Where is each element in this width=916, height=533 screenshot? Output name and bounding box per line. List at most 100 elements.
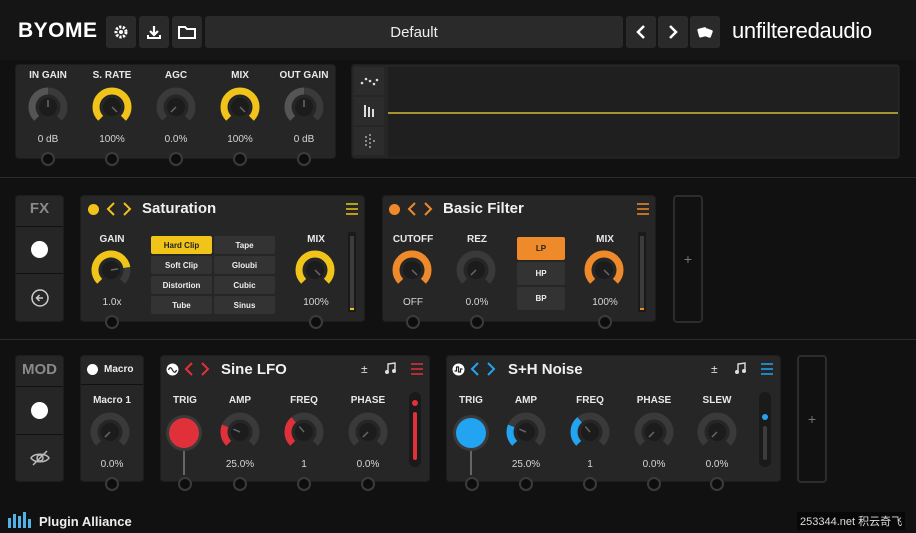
saturation-mode-sinus[interactable]: Sinus — [214, 296, 275, 314]
noise-amp-port[interactable] — [519, 477, 533, 491]
saturation-mode-distortion[interactable]: Distortion — [151, 276, 212, 294]
gear-icon — [114, 25, 128, 39]
randomize-button[interactable] — [690, 16, 720, 48]
lfo-trig-port[interactable] — [178, 477, 192, 491]
noise-prev-next[interactable] — [468, 360, 498, 383]
saturation-gain-label: GAIN — [99, 234, 125, 245]
lfo-freq-knob[interactable] — [282, 410, 326, 454]
out-gain-port[interactable] — [297, 152, 311, 166]
lfo-freq-port[interactable] — [297, 477, 311, 491]
lfo-phase-knob[interactable] — [346, 410, 390, 454]
filter-cutoff-knob[interactable] — [390, 248, 434, 292]
filter-title: Basic Filter — [443, 200, 524, 217]
noise-amp-value: 25.0% — [511, 459, 541, 470]
settings-button[interactable] — [106, 16, 136, 48]
agc-value: 0.0% — [164, 134, 188, 145]
lfo-amp-knob[interactable] — [218, 410, 262, 454]
filter-rez-value: 0.0% — [465, 297, 489, 308]
noise-freq-knob[interactable] — [568, 410, 612, 454]
macro-port[interactable] — [105, 477, 119, 491]
filter-rez-knob[interactable] — [454, 248, 498, 292]
filter-bypass-dot[interactable] — [389, 204, 400, 215]
bars-mode-button[interactable] — [354, 97, 384, 125]
filter-type-lp[interactable]: LP — [517, 237, 565, 260]
macro-knob[interactable] — [88, 410, 132, 454]
s-rate-port[interactable] — [105, 152, 119, 166]
noise-slew-knob[interactable] — [695, 410, 739, 454]
filter-type-bp[interactable]: BP — [517, 287, 565, 310]
preset-name-field[interactable]: Default — [205, 16, 623, 48]
filter-rez-port[interactable] — [470, 315, 484, 329]
saturation-gain-port[interactable] — [105, 315, 119, 329]
lfo-output-meter — [409, 392, 421, 467]
saturation-mode-tape[interactable]: Tape — [214, 236, 275, 254]
noise-menu-icon[interactable] — [760, 362, 774, 381]
agc-knob[interactable] — [154, 85, 198, 129]
add-fx-slot[interactable]: + — [673, 195, 703, 323]
lfo-phase-port[interactable] — [361, 477, 375, 491]
noise-amp-knob[interactable] — [504, 410, 548, 454]
open-preset-button[interactable] — [172, 16, 202, 48]
noise-trig-port[interactable] — [465, 477, 479, 491]
filter-cutoff-label: CUTOFF — [392, 234, 434, 245]
macro-dot[interactable] — [87, 364, 98, 375]
noise-trig-button[interactable] — [456, 418, 486, 448]
noise-tempo-sync-icon[interactable] — [734, 362, 746, 380]
mix-port[interactable] — [233, 152, 247, 166]
lfo-title: Sine LFO — [221, 361, 287, 378]
lfo-bipolar-icon[interactable]: ± — [361, 362, 368, 376]
lfo-trig-button[interactable] — [169, 418, 199, 448]
noise-freq-port[interactable] — [583, 477, 597, 491]
noise-slew-port[interactable] — [710, 477, 724, 491]
mod-visibility-toggle[interactable] — [29, 449, 51, 472]
mix-knob[interactable] — [218, 85, 262, 129]
saturation-mode-hard-clip[interactable]: Hard Clip — [151, 236, 212, 254]
save-preset-button[interactable] — [139, 16, 169, 48]
scope-mode-button[interactable] — [354, 67, 384, 95]
next-preset-button[interactable] — [658, 16, 688, 48]
music-note-icon — [735, 362, 746, 374]
filter-cutoff-port[interactable] — [406, 315, 420, 329]
lfo-type-icon[interactable] — [166, 363, 179, 381]
mod-enable-toggle[interactable] — [31, 402, 48, 419]
noise-bipolar-icon[interactable]: ± — [711, 362, 718, 376]
filter-mix-knob[interactable] — [582, 248, 626, 292]
chevron-right-icon — [669, 25, 678, 39]
filter-mix-port[interactable] — [598, 315, 612, 329]
lfo-trig-cable — [183, 451, 185, 475]
saturation-menu-icon[interactable] — [345, 202, 359, 221]
s-rate-knob[interactable] — [90, 85, 134, 129]
saturation-mode-soft-clip[interactable]: Soft Clip — [151, 256, 212, 274]
fx-enable-toggle[interactable] — [31, 241, 48, 258]
add-mod-slot[interactable]: + — [797, 355, 827, 483]
folder-icon — [178, 26, 196, 39]
noise-phase-knob[interactable] — [632, 410, 676, 454]
agc-port[interactable] — [169, 152, 183, 166]
lfo-tempo-sync-icon[interactable] — [384, 362, 396, 380]
saturation-prev-next[interactable] — [104, 200, 134, 223]
noise-phase-port[interactable] — [647, 477, 661, 491]
prev-preset-button[interactable] — [626, 16, 656, 48]
noise-amp-label: AMP — [514, 395, 538, 406]
saturation-mix-knob[interactable] — [293, 248, 337, 292]
out-gain-knob[interactable] — [282, 85, 326, 129]
lfo-menu-icon[interactable] — [410, 362, 424, 381]
noise-slew-value: 0.0% — [705, 459, 729, 470]
fx-back-button[interactable] — [30, 288, 50, 313]
saturation-mode-cubic[interactable]: Cubic — [214, 276, 275, 294]
saturation-mode-tube[interactable]: Tube — [151, 296, 212, 314]
in-gain-knob[interactable] — [26, 85, 70, 129]
saturation-mode-gloubi[interactable]: Gloubi — [214, 256, 275, 274]
in-gain-port[interactable] — [41, 152, 55, 166]
dice-icon — [697, 27, 713, 38]
dots-mode-button[interactable] — [354, 127, 384, 155]
filter-prev-next[interactable] — [405, 200, 435, 223]
saturation-gain-knob[interactable] — [89, 248, 133, 292]
filter-menu-icon[interactable] — [636, 202, 650, 221]
saturation-mix-port[interactable] — [309, 315, 323, 329]
noise-type-icon[interactable] — [452, 363, 465, 381]
filter-type-hp[interactable]: HP — [517, 262, 565, 285]
lfo-amp-port[interactable] — [233, 477, 247, 491]
saturation-bypass-dot[interactable] — [88, 204, 99, 215]
lfo-prev-next[interactable] — [182, 360, 212, 383]
